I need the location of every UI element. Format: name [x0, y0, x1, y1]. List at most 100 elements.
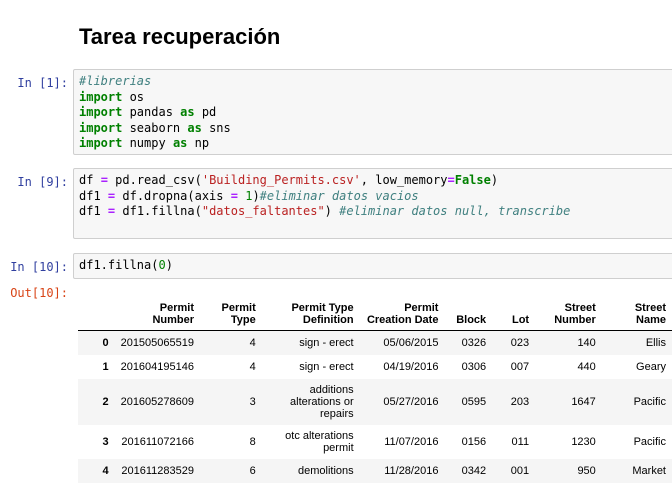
table-cell: otc alterations permit — [262, 425, 360, 459]
cell-prompt-2: In [9]: — [17, 175, 68, 189]
code-text: ) — [324, 204, 340, 218]
cell-text: sign - erect — [299, 360, 354, 373]
code-number: 0 — [158, 258, 166, 272]
cell-text: otc alterations — [285, 429, 354, 442]
cell-text: repairs — [320, 407, 354, 420]
table-cell: demolitions — [262, 459, 360, 483]
table-cell: 0326 — [461, 336, 487, 349]
notebook-title: Tarea recuperación — [79, 24, 281, 49]
code-text: np — [187, 136, 210, 150]
column-header-text: Number — [152, 314, 194, 326]
column-header: Lot — [492, 298, 536, 331]
dataframe-table: Permit Number Permit Type Permit Type Definit… — [78, 298, 672, 483]
cell-prompt-3: In [10]: — [10, 260, 68, 274]
table-cell: 11/28/2016 — [384, 464, 439, 477]
table-cell: 1647 — [571, 395, 596, 408]
table-cell: 201505065519 — [120, 336, 194, 349]
column-header-text: Lot — [511, 314, 530, 326]
code-cell-3[interactable]: df1.fillna(0) — [73, 253, 672, 279]
column-header-text: Permit Type — [291, 302, 354, 314]
table-cell: sign - erect — [262, 355, 360, 379]
table-cell: Pacific — [633, 435, 666, 448]
table-cell: 8 — [249, 435, 256, 448]
column-header-text: Street — [634, 302, 666, 314]
table-cell: 0595 — [461, 395, 487, 408]
code-keyword: import — [79, 105, 123, 119]
table-cell: 201605278609 — [120, 395, 194, 408]
code-text: df — [79, 173, 101, 187]
header-row: Permit Number Permit Type Permit Type Definit… — [78, 298, 672, 331]
cell-text: permit — [323, 441, 354, 454]
column-header-text: Type — [230, 314, 256, 326]
table-cell: 007 — [510, 360, 530, 373]
code-text: , low_memory — [360, 173, 448, 187]
dataframe-header: Permit Number Permit Type Permit Type Definit… — [78, 298, 672, 331]
table-cell: 05/27/2016 — [383, 395, 439, 408]
table-row: 1 201604195146 4 sign - erect 04/19/2016 0306… — [78, 355, 672, 379]
code-comment: #eliminar datos null, transcribe — [339, 204, 571, 218]
column-header: Permit Creation Date — [359, 298, 445, 331]
column-header-text: Permit — [221, 302, 256, 314]
column-header: Permit Number — [114, 298, 200, 331]
code-text: numpy — [122, 136, 173, 150]
column-header: Permit Type — [200, 298, 262, 331]
table-cell: 11/07/2016 — [384, 435, 439, 448]
table-cell: 011 — [511, 435, 530, 448]
table-cell: 0306 — [461, 360, 487, 373]
column-header-text: Definition — [302, 314, 354, 326]
code-operator: = — [447, 173, 455, 187]
code-keyword: as — [187, 120, 202, 135]
table-row: 3 201611072166 8 otc alterations permit 11/07… — [78, 425, 672, 459]
cell-text: additions — [309, 383, 354, 396]
table-cell: 1230 — [571, 435, 596, 448]
table-cell: 203 — [510, 395, 530, 408]
column-header-text: Number — [554, 314, 596, 326]
code-string: 'Building_Permits.csv' — [201, 173, 361, 187]
code-text: os — [122, 89, 145, 104]
code-keyword: as — [180, 105, 195, 119]
code-text: pd.read_csv( — [107, 173, 202, 187]
code-cell-1[interactable]: #librerias import os import pandas as pd… — [73, 69, 672, 155]
table-cell: 0156 — [461, 435, 487, 448]
table-cell: 05/06/2015 — [383, 336, 439, 349]
table-cell: Pacific — [633, 395, 666, 408]
code-keyword: as — [172, 136, 188, 150]
table-cell: Ellis — [645, 336, 666, 349]
code-text: df.dropna(axis — [115, 188, 231, 203]
column-header: Permit Type Definition — [261, 298, 360, 331]
table-cell: 201604195146 — [120, 360, 194, 373]
code-text: pandas — [122, 105, 181, 119]
table-cell: 023 — [510, 336, 530, 349]
column-header-text: Name — [636, 314, 666, 326]
dataframe-body: 0 201505065519 4 sign - erect 05/06/2015 0326… — [78, 330, 672, 483]
code-text: ) — [252, 188, 260, 203]
cell-text: demolitions — [297, 464, 354, 477]
row-index: 4 — [102, 464, 109, 477]
code-cell-2[interactable]: df = pd.read_csv('Building_Permits.csv',… — [73, 168, 672, 239]
code-keyword: import — [79, 120, 123, 135]
code-text: pd — [194, 105, 217, 119]
index-header — [78, 298, 115, 331]
table-row: 2 201605278609 3 additions alterations or rep… — [78, 378, 672, 425]
column-header: Block — [444, 298, 493, 331]
code-string: "datos_faltantes" — [201, 204, 325, 218]
column-header-text: Street — [564, 302, 596, 314]
table-cell: 4 — [249, 336, 256, 349]
table-cell: 04/19/2016 — [383, 360, 439, 373]
column-header-text: Permit — [404, 302, 439, 314]
code-comment: #librerias — [79, 74, 152, 88]
column-header-text: Block — [456, 314, 487, 326]
column-header: Street Number — [535, 298, 602, 331]
table-row: 4 201611283529 6 demolitions 11/28/2016 0342 0… — [78, 458, 672, 483]
table-cell: 001 — [510, 464, 530, 477]
table-cell: 140 — [577, 336, 596, 349]
table-cell: sign - erect — [262, 331, 360, 355]
table-cell: 3 — [249, 395, 256, 408]
code-operator: = — [230, 188, 238, 203]
code-operator: = — [100, 173, 108, 187]
table-cell: 0342 — [461, 464, 487, 477]
code-keyword: import — [79, 136, 123, 150]
column-header: Street Name — [601, 298, 672, 331]
table-cell: 440 — [577, 360, 596, 373]
row-index: 0 — [102, 336, 109, 349]
